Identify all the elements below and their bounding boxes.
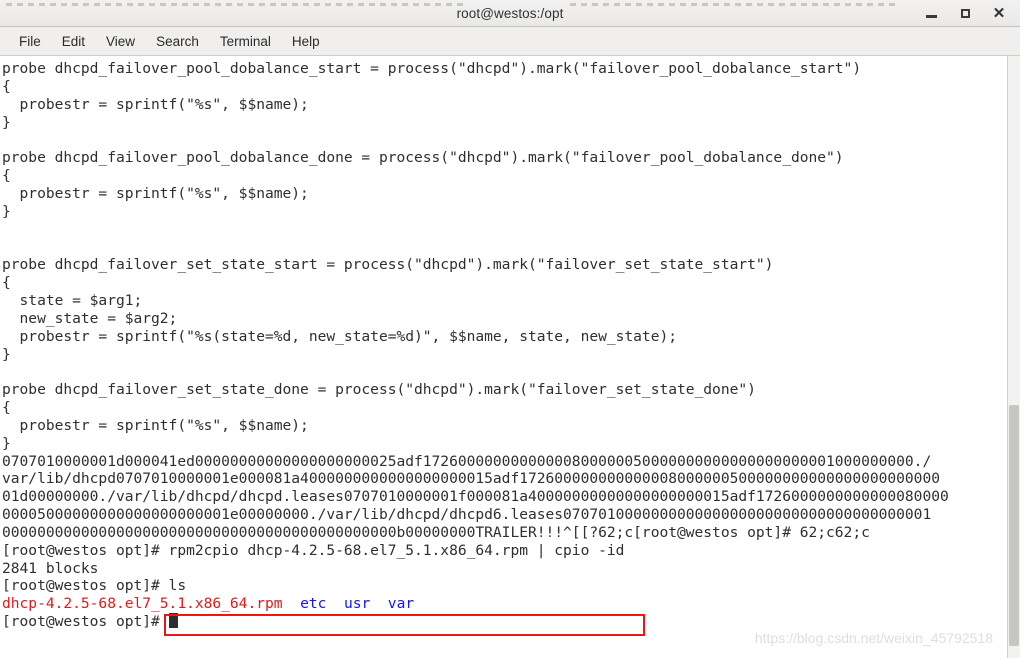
titlebar-grip-left — [6, 3, 466, 6]
terminal-line: 00005000000000000000000001e00000000./var… — [2, 506, 1007, 524]
window-titlebar[interactable]: root@westos:/opt ✕ — [0, 0, 1020, 27]
terminal-segment: 0000000000000000000000000000000000000000… — [2, 523, 870, 541]
titlebar-grip-right — [570, 3, 900, 6]
terminal-segment — [326, 595, 344, 612]
terminal-segment: dhcp-4.2.5-68.el7_5.1.x86_64.rpm — [2, 595, 283, 613]
terminal-line: probestr = sprintf("%s", $$name); — [2, 417, 1007, 435]
window-controls: ✕ — [922, 0, 1014, 27]
terminal-segment: probestr = sprintf("%s", $$name); — [2, 95, 309, 113]
terminal-line: state = $arg1; — [2, 292, 1007, 310]
terminal-line: probe dhcpd_failover_set_state_done = pr… — [2, 381, 1007, 399]
terminal-window: root@westos:/opt ✕ File Edit View Search… — [0, 0, 1020, 658]
terminal-line: } — [2, 346, 1007, 364]
terminal-line: new_state = $arg2; — [2, 310, 1007, 328]
terminal-segment: usr — [343, 595, 371, 613]
terminal-scrollbar[interactable] — [1007, 56, 1020, 658]
menubar: File Edit View Search Terminal Help — [0, 27, 1020, 56]
menu-item-view[interactable]: View — [97, 31, 144, 52]
terminal-segment: } — [2, 113, 11, 131]
menu-item-search[interactable]: Search — [147, 31, 208, 52]
terminal-segment — [283, 595, 301, 612]
terminal-segment: probestr = sprintf("%s", $$name); — [2, 184, 309, 202]
minimize-icon — [925, 15, 937, 18]
menu-item-terminal[interactable]: Terminal — [211, 31, 280, 52]
maximize-button[interactable] — [956, 5, 974, 23]
terminal-segment: probe dhcpd_failover_set_state_start = p… — [2, 256, 774, 274]
terminal-cursor — [168, 613, 178, 629]
scrollbar-thumb[interactable] — [1009, 405, 1019, 646]
terminal-segment: state = $arg1; — [2, 291, 143, 309]
terminal-line: 0000000000000000000000000000000000000000… — [2, 524, 1007, 542]
terminal-segment: } — [2, 434, 11, 452]
terminal-line: probestr = sprintf("%s", $$name); — [2, 185, 1007, 203]
menu-item-file[interactable]: File — [10, 31, 50, 52]
terminal-line: probestr = sprintf("%s(state=%d, new_sta… — [2, 328, 1007, 346]
terminal-output: probe dhcpd_failover_pool_dobalance_star… — [2, 60, 1007, 631]
terminal-area: probe dhcpd_failover_pool_dobalance_star… — [0, 56, 1020, 658]
terminal-line: probe dhcpd_failover_pool_dobalance_done… — [2, 149, 1007, 167]
terminal-segment: probe dhcpd_failover_pool_dobalance_star… — [2, 60, 862, 77]
close-button[interactable]: ✕ — [990, 5, 1008, 23]
maximize-icon — [960, 9, 970, 18]
terminal-line: 2841 blocks — [2, 560, 1007, 578]
terminal-segment: 00005000000000000000000001e00000000./var… — [2, 506, 932, 524]
terminal-segment: 2841 blocks — [2, 559, 99, 577]
terminal-segment: new_state = $arg2; — [2, 309, 178, 327]
watermark-text: https://blog.csdn.net/weixin_45792518 — [754, 630, 993, 646]
terminal-line: var/lib/dhcpd0707010000001e000081a400000… — [2, 470, 1007, 488]
terminal-segment: probestr = sprintf("%s(state=%d, new_sta… — [2, 327, 677, 345]
close-icon: ✕ — [992, 5, 1006, 22]
terminal-segment: probe dhcpd_failover_set_state_done = pr… — [2, 381, 756, 399]
terminal-screen[interactable]: probe dhcpd_failover_pool_dobalance_star… — [0, 56, 1007, 658]
terminal-segment: etc — [300, 595, 327, 613]
terminal-line: 0707010000001d000041ed000000000000000000… — [2, 453, 1007, 471]
terminal-segment: { — [2, 167, 11, 185]
terminal-segment: 01d00000000./var/lib/dhcpd/dhcpd.leases0… — [2, 488, 949, 506]
terminal-line: [root@westos opt]# ls — [2, 577, 1007, 595]
terminal-line: probestr = sprintf("%s", $$name); — [2, 96, 1007, 114]
terminal-line: probe dhcpd_failover_set_state_start = p… — [2, 256, 1007, 274]
terminal-segment — [370, 595, 388, 612]
terminal-segment: [root@westos opt]# rpm2cpio dhcp-4.2.5-6… — [2, 541, 625, 559]
terminal-line: { — [2, 399, 1007, 417]
terminal-line: 01d00000000./var/lib/dhcpd/dhcpd.leases0… — [2, 488, 1007, 506]
terminal-segment: [root@westos opt]# — [2, 613, 169, 631]
terminal-line: } — [2, 114, 1007, 132]
terminal-segment: { — [2, 274, 11, 292]
terminal-line: probe dhcpd_failover_pool_dobalance_star… — [2, 60, 1007, 78]
minimize-button[interactable] — [922, 5, 940, 23]
terminal-segment: { — [2, 399, 11, 417]
terminal-segment: 0707010000001d000041ed000000000000000000… — [2, 452, 932, 470]
terminal-line: { — [2, 274, 1007, 292]
terminal-segment: probestr = sprintf("%s", $$name); — [2, 416, 309, 434]
terminal-line: } — [2, 435, 1007, 453]
window-title: root@westos:/opt — [456, 5, 564, 21]
terminal-segment: { — [2, 77, 11, 95]
terminal-line: dhcp-4.2.5-68.el7_5.1.x86_64.rpm etc usr… — [2, 595, 1007, 613]
menu-item-help[interactable]: Help — [283, 31, 329, 52]
terminal-segment: [root@westos opt]# ls — [2, 577, 187, 595]
terminal-line: { — [2, 167, 1007, 185]
terminal-segment: } — [2, 345, 11, 363]
terminal-segment: } — [2, 202, 11, 220]
terminal-segment: probe dhcpd_failover_pool_dobalance_done… — [2, 149, 844, 167]
terminal-line: { — [2, 78, 1007, 96]
terminal-line: [root@westos opt]# rpm2cpio dhcp-4.2.5-6… — [2, 542, 1007, 560]
menu-item-edit[interactable]: Edit — [53, 31, 94, 52]
terminal-line: [root@westos opt]# — [2, 613, 1007, 631]
terminal-segment: var/lib/dhcpd0707010000001e000081a400000… — [2, 470, 940, 488]
terminal-segment: var — [387, 595, 415, 613]
terminal-line: } — [2, 203, 1007, 221]
